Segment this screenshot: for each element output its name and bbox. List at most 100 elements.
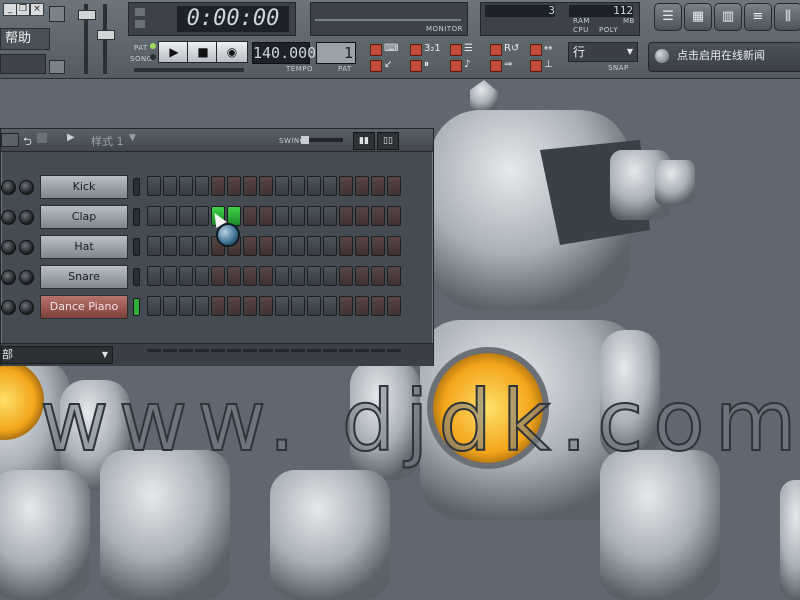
channel-select-led[interactable] [133,268,140,286]
step-button[interactable] [211,266,225,286]
scroll-icon[interactable]: ⇒ [504,59,520,71]
browser-icon[interactable]: ≡ [744,3,772,31]
stop-button[interactable]: ■ [187,41,219,63]
menu-side-button[interactable] [49,6,65,22]
step-button[interactable] [147,176,161,196]
step-button[interactable] [259,296,273,316]
channel-pan-knob[interactable] [1,300,16,315]
channel-name-button[interactable]: Hat [40,235,128,259]
step-button[interactable] [323,176,337,196]
typing-keyboard-icon[interactable]: ⌨ [384,43,400,55]
step-button[interactable] [387,206,401,226]
channel-volume-knob[interactable] [19,210,34,225]
step-button[interactable] [323,206,337,226]
step-button[interactable] [179,296,193,316]
step-button[interactable] [275,296,289,316]
channel-pan-knob[interactable] [1,240,16,255]
step-button[interactable] [179,176,193,196]
channel-name-button[interactable]: Snare [40,265,128,289]
channel-select-led[interactable] [133,178,140,196]
menu-side-button-2[interactable] [49,60,65,74]
step-button[interactable] [307,296,321,316]
online-news-button[interactable]: 点击启用在线新闻 [648,42,800,72]
step-button[interactable] [339,266,353,286]
step-button[interactable] [147,266,161,286]
link-icon[interactable]: ↔ [544,43,560,55]
song-mode-led[interactable] [150,54,156,60]
channel-pan-knob[interactable] [1,180,16,195]
step-button[interactable] [147,206,161,226]
step-button[interactable] [147,236,161,256]
overdub-icon[interactable]: ⊥ [544,59,560,71]
undo-arrow-icon[interactable]: ⮌ [23,133,32,152]
step-button[interactable] [339,236,353,256]
step-button[interactable] [227,266,241,286]
step-button[interactable] [291,176,305,196]
channel-name-button[interactable]: Kick [40,175,128,199]
step-edit-icon[interactable]: ☰ [464,43,480,55]
step-button[interactable] [307,176,321,196]
step-button[interactable] [259,176,273,196]
step-button[interactable] [179,236,193,256]
step-button[interactable] [355,296,369,316]
pattern-title[interactable]: 样式 1 [91,133,124,149]
channel-pan-knob[interactable] [1,210,16,225]
step-button[interactable] [323,296,337,316]
step-button[interactable] [259,236,273,256]
step-button[interactable] [355,176,369,196]
step-button[interactable] [195,176,209,196]
step-button[interactable] [179,206,193,226]
step-button[interactable] [307,206,321,226]
channel-select-led[interactable] [133,298,140,316]
step-button[interactable] [275,266,289,286]
step-button[interactable] [163,206,177,226]
step-button[interactable] [323,266,337,286]
pat-mode-led[interactable] [150,43,156,49]
blend-notes-icon[interactable]: ↙ [384,59,400,71]
tempo-display[interactable]: 140.000 [252,42,316,64]
countdown-toggle[interactable] [410,44,422,56]
keyboard-editor-icon[interactable]: ▯▯ [377,132,399,150]
wait-toggle[interactable] [410,60,422,72]
step-button[interactable] [163,176,177,196]
channel-pan-knob[interactable] [1,270,16,285]
step-button[interactable] [259,266,273,286]
step-button[interactable] [195,266,209,286]
step-button[interactable] [259,206,273,226]
restore-button[interactable]: ❐ [16,3,30,16]
step-button[interactable] [243,176,257,196]
graph-editor-icon[interactable]: ▮▮ [353,132,375,150]
piano-roll-icon[interactable]: ▥ [714,3,742,31]
pat-mode-label[interactable]: PAT [134,44,148,52]
step-button[interactable] [371,296,385,316]
step-button[interactable] [387,176,401,196]
step-button[interactable] [243,296,257,316]
step-button[interactable] [179,266,193,286]
snap-select[interactable]: 行 ▼ [568,42,638,62]
channel-name-button[interactable]: Clap [40,205,128,229]
step-button[interactable] [243,236,257,256]
channel-filter-select[interactable]: 部 ▼ [1,346,113,364]
pattern-blocks-toggle[interactable] [450,60,462,72]
step-button[interactable] [339,206,353,226]
channel-volume-knob[interactable] [19,270,34,285]
step-button[interactable] [227,296,241,316]
step-button[interactable] [291,236,305,256]
step-button[interactable] [371,236,385,256]
play-button[interactable]: ▶ [158,41,190,63]
step-button[interactable] [387,296,401,316]
overdub-toggle[interactable] [530,60,542,72]
step-button[interactable] [211,296,225,316]
multilink-toggle[interactable] [530,44,542,56]
record-button[interactable]: ◉ [216,41,248,63]
playlist-icon[interactable]: ☰ [654,3,682,31]
swing-slider-handle[interactable] [301,136,309,144]
metronome-toggle[interactable] [370,44,382,56]
channel-volume-knob[interactable] [19,300,34,315]
step-button[interactable] [195,296,209,316]
step-button[interactable] [163,236,177,256]
step-button[interactable] [355,206,369,226]
song-position-slider[interactable] [134,68,244,72]
step-button[interactable] [163,266,177,286]
channel-select-led[interactable] [133,208,140,226]
